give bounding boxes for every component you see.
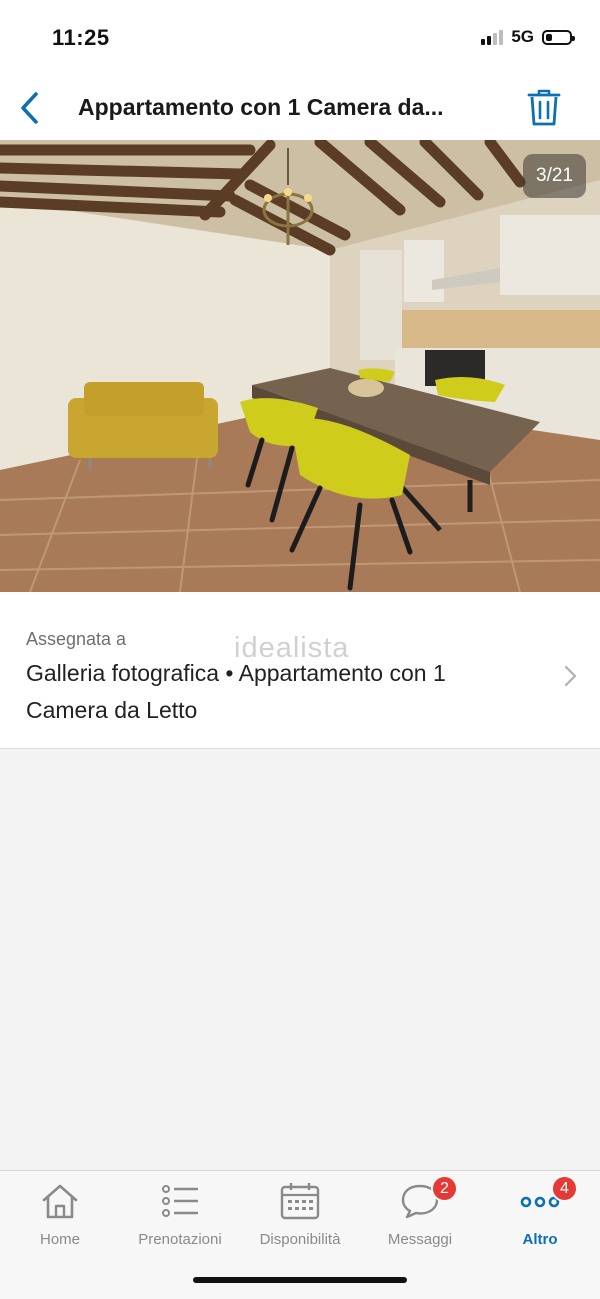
trash-icon (527, 89, 561, 126)
page-title: Appartamento con 1 Camera da... (78, 94, 444, 120)
tab-altro-label: Altro (522, 1231, 558, 1248)
home-indicator (193, 1277, 407, 1283)
messages-badge: 2 (431, 1175, 458, 1202)
battery-icon (542, 29, 575, 45)
assigned-row[interactable]: Assegnata a idealista Galleria fotografi… (0, 592, 600, 749)
back-button[interactable] (10, 88, 50, 128)
tab-prenotazioni[interactable]: Prenotazioni (120, 1179, 240, 1259)
status-time: 11:25 (52, 25, 110, 50)
chevron-right-icon (564, 665, 577, 687)
tab-disponibilita[interactable]: Disponibilità (240, 1179, 360, 1259)
signal-icon (481, 29, 504, 45)
content-area (0, 749, 600, 1170)
network-label: 5G (511, 27, 534, 46)
apartment-photo-image (0, 140, 600, 592)
tab-messaggi[interactable]: 2 Messaggi (360, 1175, 480, 1259)
list-icon (162, 1185, 198, 1217)
tab-messaggi-label: Messaggi (387, 1231, 453, 1248)
photo-counter: 3/21 (523, 154, 586, 198)
assigned-value: Galleria fotografica • Appartamento con … (26, 660, 446, 723)
tab-home[interactable]: Home (0, 1179, 120, 1259)
tab-home-label: Home (39, 1231, 80, 1248)
status-bar: 11:25 5G (0, 0, 600, 76)
more-badge: 4 (551, 1175, 578, 1202)
delete-button[interactable] (522, 86, 566, 130)
calendar-icon (280, 1183, 320, 1220)
home-icon (42, 1184, 78, 1219)
nav-bar: Appartamento con 1 Camera da... (0, 76, 600, 140)
gallery-photo[interactable]: 3/21 (0, 140, 600, 592)
tab-altro[interactable]: 4 Altro (480, 1175, 600, 1259)
tab-prenotazioni-label: Prenotazioni (138, 1231, 222, 1248)
tab-disponibilita-label: Disponibilità (259, 1231, 341, 1248)
assigned-label: Assegnata a (26, 629, 127, 649)
chevron-left-icon (21, 92, 38, 124)
status-icons: 5G (481, 27, 575, 47)
